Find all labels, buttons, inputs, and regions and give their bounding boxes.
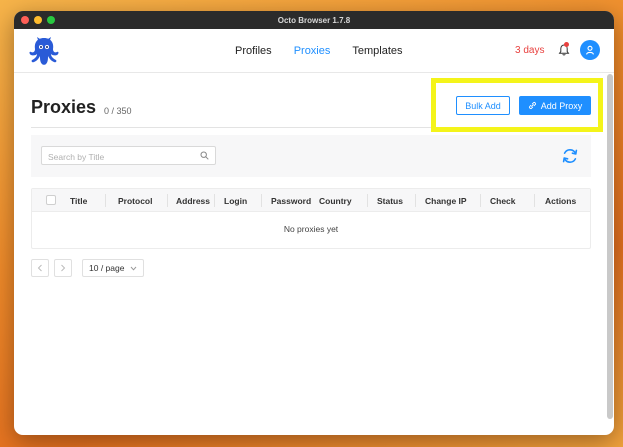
column-actions[interactable]: Actions — [545, 189, 576, 212]
column-separator — [214, 194, 215, 207]
column-protocol[interactable]: Protocol — [118, 189, 152, 212]
column-separator — [261, 194, 262, 207]
prev-page-button[interactable] — [31, 259, 49, 277]
nav-proxies[interactable]: Proxies — [294, 45, 331, 57]
page-size-select[interactable]: 10 / page — [82, 259, 144, 277]
add-proxy-button[interactable]: Add Proxy — [519, 96, 591, 115]
search-icon[interactable] — [200, 151, 209, 160]
close-window-button[interactable] — [21, 16, 29, 24]
column-separator — [167, 194, 168, 207]
user-icon — [586, 45, 594, 55]
refresh-icon[interactable] — [561, 147, 579, 165]
column-separator — [367, 194, 368, 207]
column-title[interactable]: Title — [70, 189, 87, 212]
minimize-window-button[interactable] — [34, 16, 42, 24]
select-all-checkbox[interactable] — [46, 195, 56, 205]
column-separator — [415, 194, 416, 207]
app-window: Octo Browser 1.7.8 Profiles Proxies Temp… — [14, 11, 614, 435]
nav-templates[interactable]: Templates — [352, 45, 402, 57]
column-separator — [105, 194, 106, 207]
next-page-button[interactable] — [54, 259, 72, 277]
chevron-right-icon — [61, 264, 66, 272]
maximize-window-button[interactable] — [47, 16, 55, 24]
column-separator — [480, 194, 481, 207]
column-separator — [534, 194, 535, 207]
add-proxy-label: Add Proxy — [540, 100, 583, 111]
avatar[interactable] — [580, 40, 600, 60]
link-icon — [528, 101, 536, 110]
search-box — [41, 146, 216, 166]
bulk-add-button[interactable]: Bulk Add — [456, 96, 510, 115]
table-header: Title Protocol Address Login Password Co… — [32, 189, 590, 212]
notification-badge — [564, 42, 569, 47]
proxies-table: Title Protocol Address Login Password Co… — [31, 188, 591, 249]
column-check[interactable]: Check — [490, 189, 516, 212]
chevron-left-icon — [37, 264, 42, 272]
empty-state-message: No proxies yet — [283, 224, 339, 234]
column-login[interactable]: Login — [224, 189, 247, 212]
vertical-scrollbar[interactable] — [607, 74, 613, 419]
column-change-ip[interactable]: Change IP — [425, 189, 467, 212]
trial-days-label[interactable]: 3 days — [515, 45, 544, 56]
octopus-logo[interactable] — [28, 36, 60, 66]
column-country[interactable]: Country — [319, 189, 352, 212]
search-input[interactable] — [42, 148, 192, 166]
column-status[interactable]: Status — [377, 189, 403, 212]
page-size-value: 10 / page — [89, 263, 125, 273]
window-title: Octo Browser 1.7.8 — [277, 15, 351, 25]
bulk-add-label: Bulk Add — [465, 100, 501, 111]
column-address[interactable]: Address — [176, 189, 210, 212]
pagination: 10 / page — [31, 259, 144, 277]
nav-profiles[interactable]: Profiles — [235, 45, 272, 57]
page-title: Proxies — [31, 97, 97, 117]
chevron-down-icon — [130, 266, 137, 271]
title-bar: Octo Browser 1.7.8 — [14, 11, 614, 29]
proxy-count: 0 / 350 — [104, 106, 132, 116]
filter-bar — [31, 135, 591, 177]
main-nav: Profiles Proxies Templates — [235, 29, 403, 73]
column-password[interactable]: Password — [271, 189, 311, 212]
app-header: Profiles Proxies Templates 3 days — [14, 29, 614, 73]
window-controls — [21, 16, 55, 24]
